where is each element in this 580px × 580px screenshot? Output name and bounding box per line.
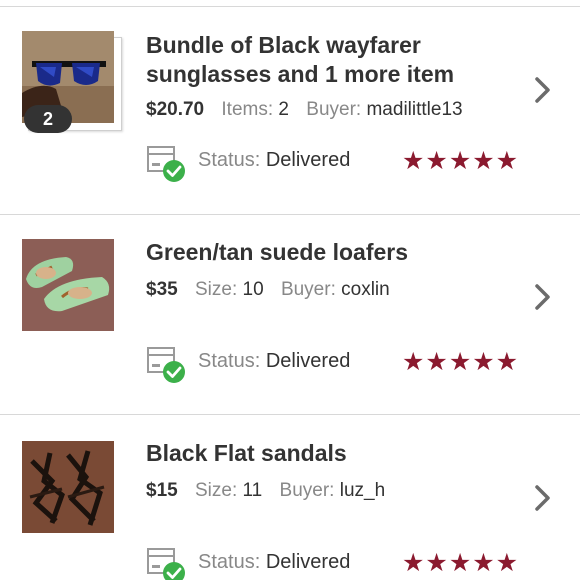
item-thumbnail	[22, 439, 118, 535]
items-value: 2	[278, 99, 289, 120]
buyer-label: Buyer:	[306, 99, 362, 120]
order-meta: $15 Size: 11 Buyer: luz_h	[146, 480, 397, 502]
order-meta: $20.70 Items: 2 Buyer: madilittle13	[146, 99, 475, 121]
sandals-photo	[22, 441, 114, 533]
status-value: Delivered	[265, 149, 351, 171]
size-label: Size:	[194, 480, 238, 501]
rating-stars: ★★★★★	[402, 348, 520, 376]
status-key: Status:	[198, 149, 261, 171]
size-label: Size:	[194, 279, 238, 300]
order-row[interactable]: Green/tan suede loafers $35 Size: 10 Buy…	[0, 214, 580, 414]
chevron-right-icon[interactable]	[532, 76, 554, 104]
order-status: Status: Delivered	[146, 545, 396, 580]
rating-stars: ★★★★★	[402, 147, 520, 175]
status-key: Status:	[198, 551, 261, 573]
order-status: Status: Delivered	[146, 344, 396, 384]
package-delivered-icon	[146, 143, 188, 183]
package-delivered-icon	[146, 545, 188, 580]
status-label: Status: Delivered	[198, 350, 350, 373]
order-title: Bundle of Black wayfarer sunglasses and …	[146, 32, 455, 87]
order-row[interactable]: 2 Bundle of Black wayfarer sunglasses an…	[0, 6, 580, 214]
bundle-count-badge: 2	[24, 105, 72, 133]
status-key: Status:	[198, 350, 261, 372]
rating-stars: ★★★★★	[402, 549, 520, 577]
size-value: 11	[242, 480, 263, 501]
package-delivered-icon	[146, 344, 188, 384]
status-value: Delivered	[265, 350, 351, 372]
status-label: Status: Delivered	[198, 551, 350, 574]
chevron-right-icon[interactable]	[532, 283, 554, 311]
status-value: Delivered	[265, 551, 351, 573]
order-row[interactable]: Black Flat sandals $15 Size: 11 Buyer: l…	[0, 414, 580, 580]
order-price: $15	[146, 480, 178, 501]
buyer-label: Buyer:	[280, 279, 336, 300]
order-price: $35	[146, 279, 178, 300]
buyer-label: Buyer:	[279, 480, 335, 501]
orders-list: 2 Bundle of Black wayfarer sunglasses an…	[0, 0, 580, 580]
order-title: Green/tan suede loafers	[146, 239, 409, 265]
loafers-photo	[22, 239, 114, 331]
buyer-value[interactable]: madilittle13	[366, 99, 462, 120]
buyer-value[interactable]: luz_h	[340, 480, 385, 501]
order-meta: $35 Size: 10 Buyer: coxlin	[146, 279, 402, 301]
items-label: Items:	[221, 99, 274, 120]
buyer-value[interactable]: coxlin	[341, 279, 390, 300]
order-status: Status: Delivered	[146, 143, 396, 183]
size-value: 10	[242, 279, 264, 300]
order-title: Black Flat sandals	[146, 440, 347, 466]
order-price: $20.70	[146, 99, 205, 120]
chevron-right-icon[interactable]	[532, 484, 554, 512]
item-thumbnail	[22, 239, 118, 335]
status-label: Status: Delivered	[198, 149, 350, 172]
